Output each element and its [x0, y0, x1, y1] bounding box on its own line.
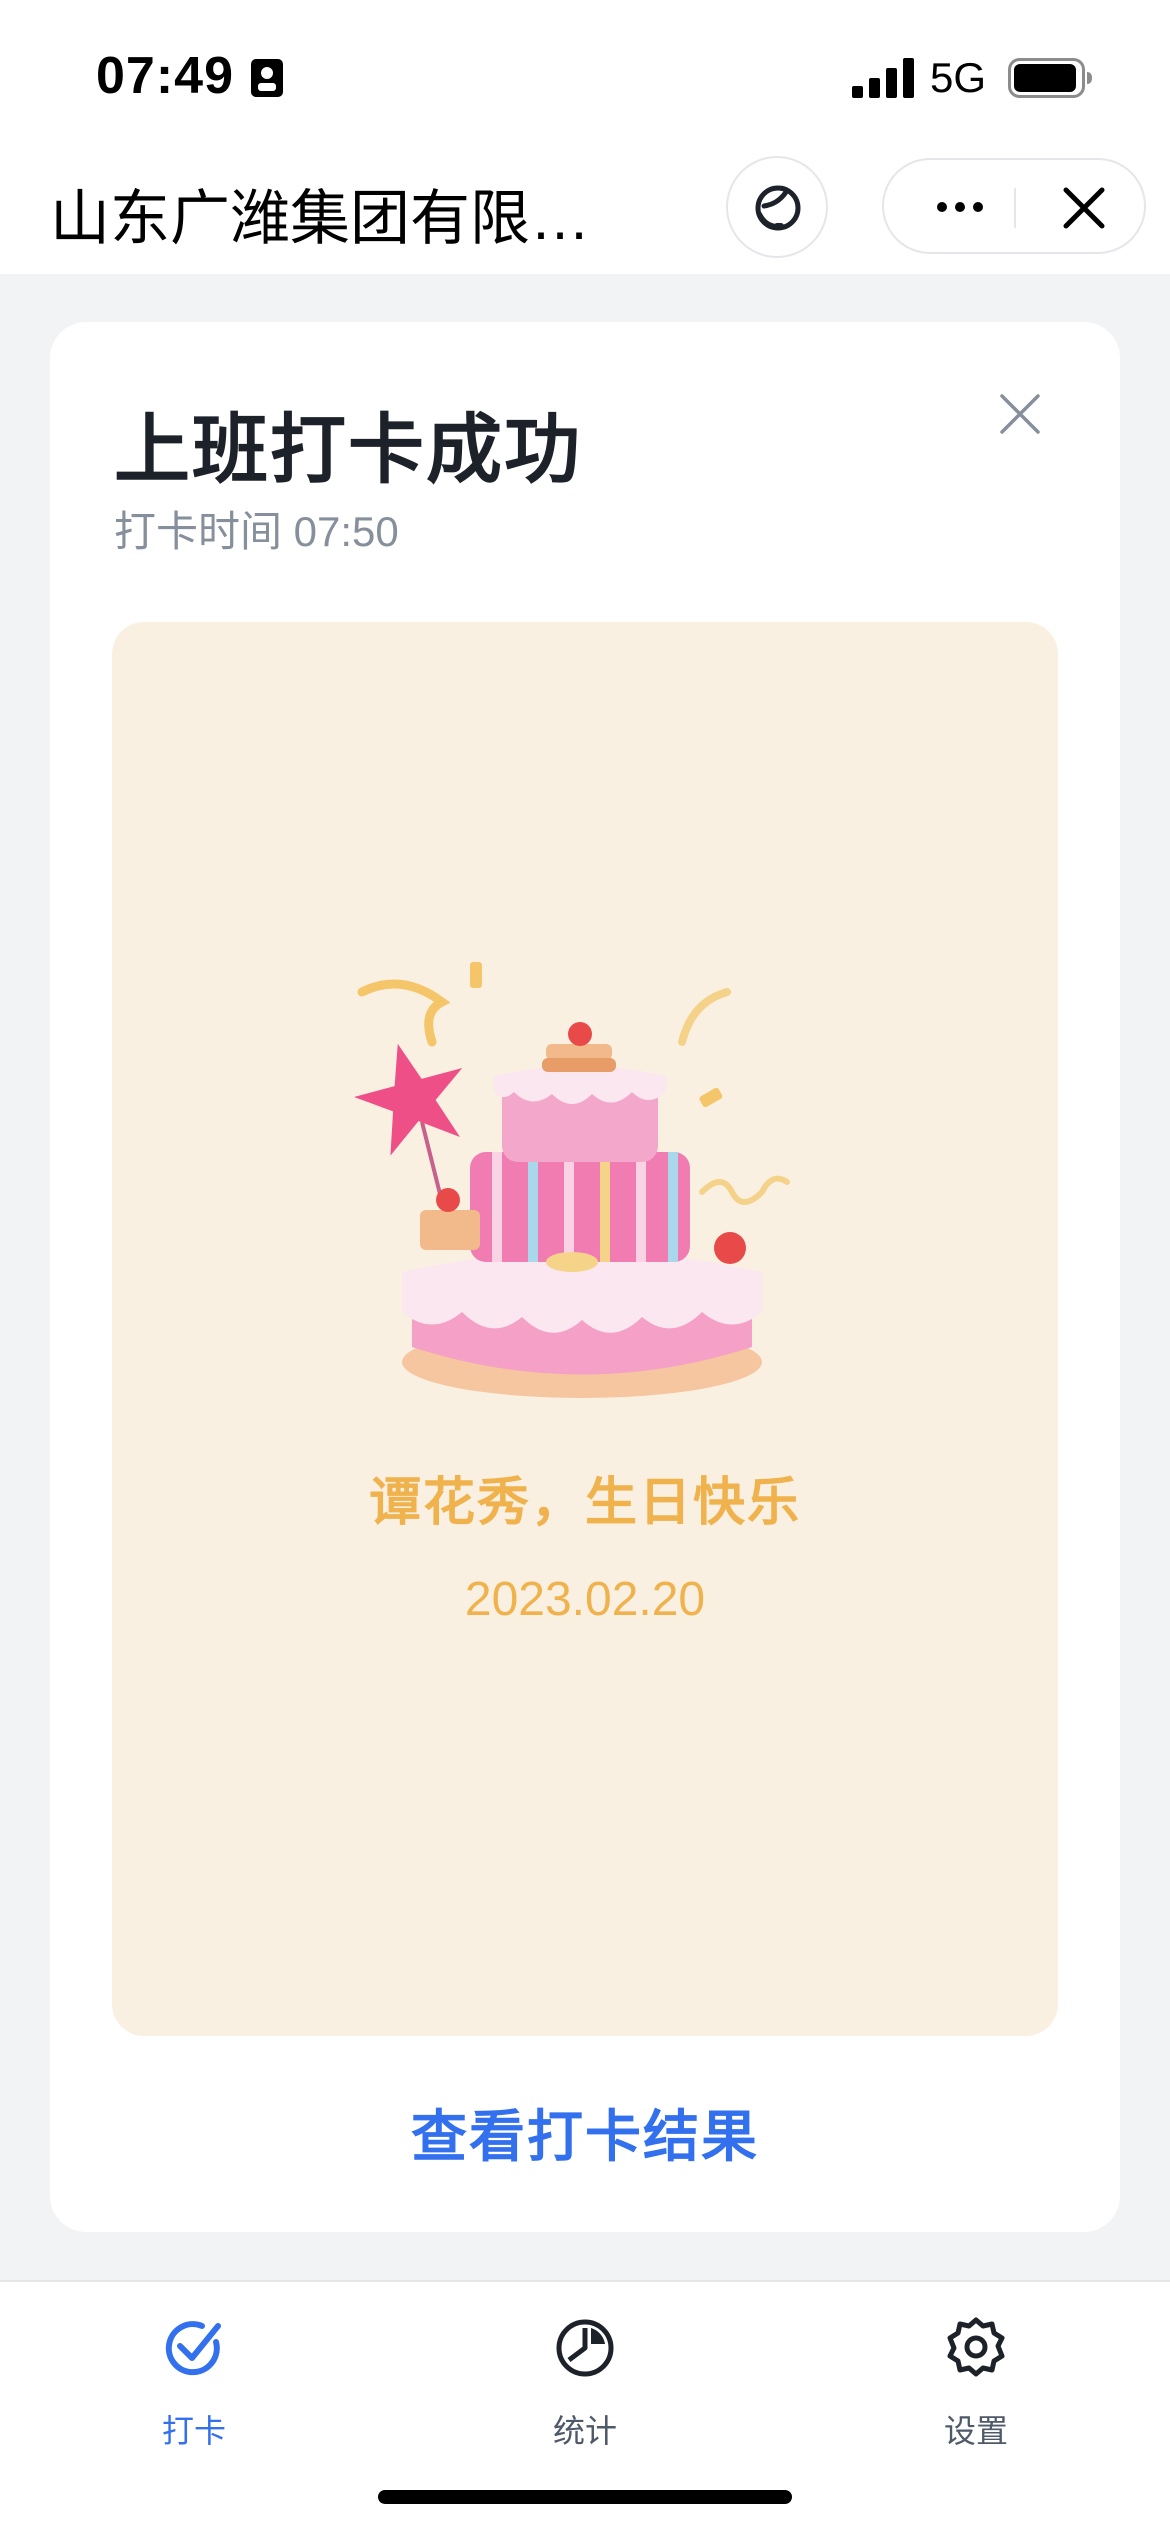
birthday-greeting: 谭花秀，生日快乐: [368, 1474, 801, 1532]
status-bar: 07:49 5G: [0, 0, 1170, 140]
birthday-panel: 谭花秀，生日快乐 2023.02.20: [112, 622, 1058, 2036]
status-time: 07:49: [96, 47, 234, 105]
page-title: 山东广潍集团有限…: [50, 185, 590, 252]
gear-icon: [947, 2317, 1005, 2377]
network-label: 5G: [930, 54, 987, 101]
home-indicator[interactable]: [378, 2490, 792, 2504]
tab-settings-label: 设置: [943, 2413, 1008, 2449]
customer-service-icon: [755, 185, 801, 231]
app-page: 07:49 5G 山东广潍集团有限… 上班打卡成功 打卡时间 07:50 谭花秀…: [0, 0, 1170, 2532]
tab-checkin[interactable]: 打卡: [94, 2306, 294, 2449]
battery-icon: [1008, 58, 1092, 98]
tab-statistics-label: 统计: [552, 2413, 617, 2449]
pie-chart-icon: [556, 2319, 614, 2377]
card-title: 上班打卡成功: [114, 408, 582, 493]
check-icon: [165, 2321, 221, 2376]
birthday-date: 2023.02.20: [464, 1573, 706, 1626]
card-close-icon[interactable]: [990, 384, 1050, 444]
view-checkin-result-link[interactable]: 查看打卡结果: [50, 2092, 1120, 2173]
nav-bar: 山东广潍集团有限…: [0, 140, 1170, 274]
checkin-success-card: 上班打卡成功 打卡时间 07:50 谭花秀，生日快乐 2023.02.20 查看…: [50, 322, 1120, 2232]
birthday-cake-illustration: [354, 962, 790, 1398]
tab-checkin-label: 打卡: [161, 2413, 226, 2449]
capsule-divider: [1014, 188, 1016, 228]
close-icon[interactable]: [1056, 182, 1112, 234]
checkin-time: 打卡时间 07:50: [114, 508, 399, 555]
tab-settings[interactable]: 设置: [876, 2306, 1076, 2449]
mini-program-capsule: [882, 158, 1146, 254]
customer-service-button[interactable]: [726, 156, 828, 258]
tab-statistics[interactable]: 统计: [485, 2306, 685, 2449]
more-icon[interactable]: [920, 182, 1000, 232]
id-card-icon: [251, 59, 283, 97]
signal-icon: [852, 58, 914, 98]
